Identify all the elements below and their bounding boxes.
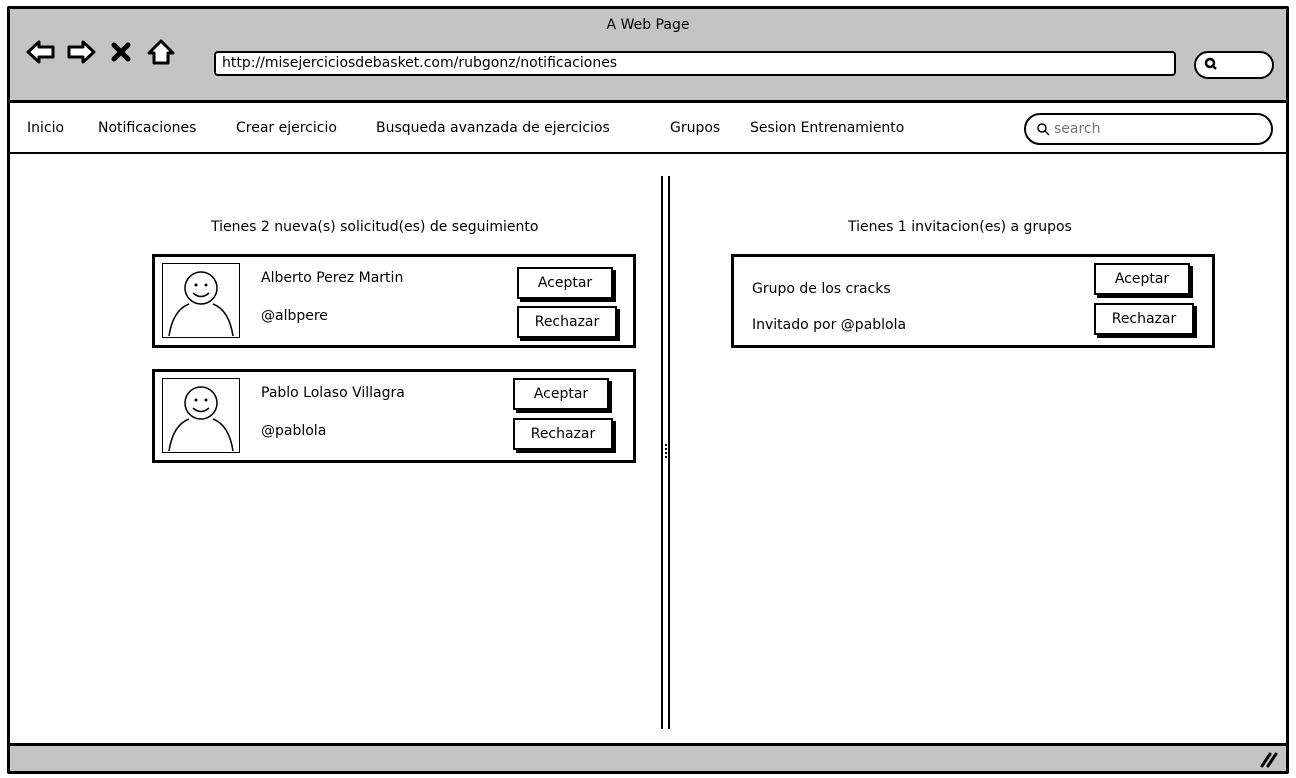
forward-arrow-icon[interactable]: [66, 37, 96, 67]
reject-group-button[interactable]: Rechazar: [1094, 303, 1194, 335]
url-bar[interactable]: http://misejerciciosdebasket.com/rubgonz…: [214, 51, 1176, 76]
group-name: Grupo de los cracks: [752, 281, 891, 297]
resize-grip-icon[interactable]: [1258, 748, 1278, 768]
nav-item-sesion-entrenamiento[interactable]: Sesion Entrenamiento: [750, 120, 904, 136]
browser-statusbar: [10, 743, 1286, 771]
browser-search-button[interactable]: [1194, 51, 1274, 79]
user-avatar-icon: [162, 263, 240, 338]
group-invites-title: Tienes 1 invitacion(es) a grupos: [848, 219, 1072, 235]
close-icon[interactable]: [106, 37, 136, 67]
invited-by-text: Invitado por @pablola: [752, 317, 907, 333]
site-nav-menu: Inicio Notificaciones Crear ejercicio Bu…: [10, 106, 1286, 154]
browser-titlebar: A Web Page http://misejerciciosdebasket.…: [10, 9, 1286, 103]
search-icon: [1037, 123, 1050, 136]
nav-item-notificaciones[interactable]: Notificaciones: [98, 120, 196, 136]
accept-follow-button[interactable]: Aceptar: [517, 267, 613, 299]
requester-name: Pablo Lolaso Villagra: [261, 385, 405, 401]
user-avatar-icon: [162, 378, 240, 453]
follow-request-card: Alberto Perez Martin @albpere Aceptar Re…: [152, 254, 636, 348]
requester-handle: @pablola: [261, 423, 327, 439]
browser-window: A Web Page http://misejerciciosdebasket.…: [7, 6, 1289, 774]
home-icon[interactable]: [146, 37, 176, 67]
follow-requests-title: Tienes 2 nueva(s) solicitud(es) de segui…: [211, 219, 539, 235]
reject-follow-button[interactable]: Rechazar: [513, 418, 613, 450]
nav-item-inicio[interactable]: Inicio: [27, 120, 64, 136]
site-search-field[interactable]: [1024, 113, 1273, 145]
search-input[interactable]: [1054, 121, 1244, 137]
reject-follow-button[interactable]: Rechazar: [517, 306, 617, 338]
splitter-grip-icon[interactable]: [665, 444, 667, 458]
column-splitter[interactable]: [661, 176, 670, 729]
nav-item-busqueda-avanzada[interactable]: Busqueda avanzada de ejercicios: [376, 120, 610, 136]
requester-handle: @albpere: [261, 308, 328, 324]
back-arrow-icon[interactable]: [26, 37, 56, 67]
browser-nav-controls: [26, 37, 176, 67]
nav-item-grupos[interactable]: Grupos: [670, 120, 720, 136]
follow-request-card: Pablo Lolaso Villagra @pablola Aceptar R…: [152, 369, 636, 463]
accept-follow-button[interactable]: Aceptar: [513, 378, 609, 410]
window-title: A Web Page: [606, 17, 690, 33]
search-icon: [1204, 57, 1218, 75]
group-invite-card: Grupo de los cracks Invitado por @pablol…: [731, 254, 1215, 348]
requester-name: Alberto Perez Martin: [261, 270, 404, 286]
accept-group-button[interactable]: Aceptar: [1094, 263, 1190, 295]
nav-item-crear-ejercicio[interactable]: Crear ejercicio: [236, 120, 337, 136]
